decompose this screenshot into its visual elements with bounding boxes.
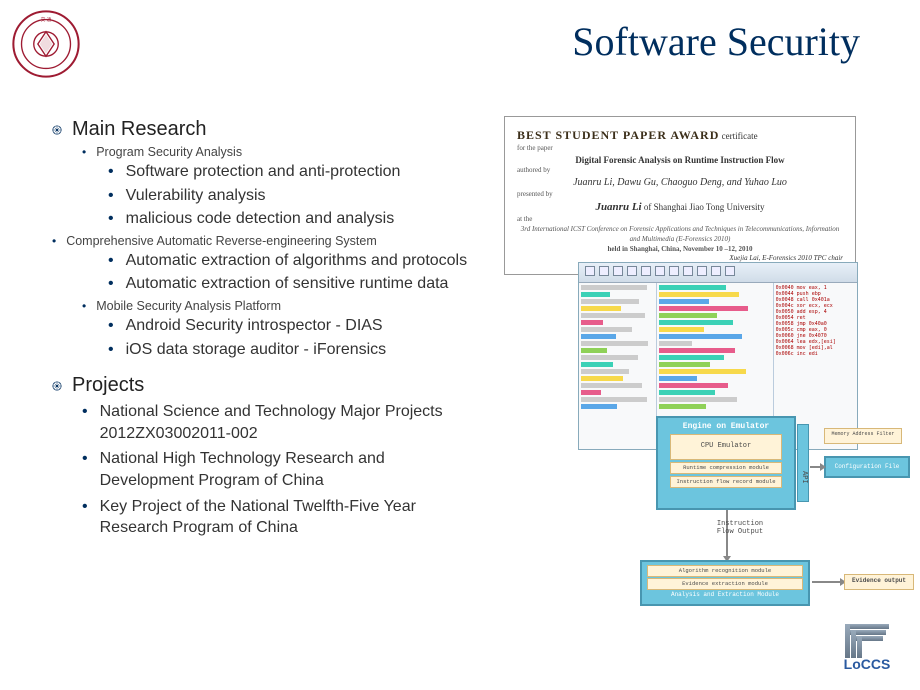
group-label: Program Security Analysis [82, 145, 482, 159]
architecture-diagram: Engine on Emulator CPU Emulator Runtime … [612, 416, 916, 616]
project-item: National Science and Technology Major Pr… [82, 401, 482, 444]
project-item: Key Project of the National Twelfth-Five… [82, 496, 482, 539]
cert-presenter: Juanru Li [595, 201, 641, 213]
engine-box: Engine on Emulator CPU Emulator Runtime … [656, 416, 796, 510]
item: iOS data storage auditor - iForensics [108, 339, 482, 361]
loccs-logo: LoCCS [832, 624, 902, 678]
bullet-icon [52, 125, 62, 135]
heading-main-research: Main Research [72, 118, 207, 141]
api-box: API [797, 424, 809, 502]
cert-held: held in Shanghai, China, November 10 –12… [608, 245, 753, 253]
bullet-icon [52, 381, 62, 391]
item: Vulerability analysis [108, 185, 482, 207]
item: Software protection and anti-protection [108, 161, 482, 183]
group-label: Comprehensive Automatic Reverse-engineer… [52, 234, 482, 248]
analysis-box: Algorithm recognition module Evidence ex… [640, 560, 810, 606]
item: malicious code detection and analysis [108, 208, 482, 230]
config-box: Configuration File [824, 456, 910, 478]
item: Automatic extraction of sensitive runtim… [108, 273, 482, 295]
mem-filter-box: Memory Address Filter [824, 428, 902, 444]
group-label: Mobile Security Analysis Platform [82, 299, 482, 313]
content-outline: Main Research Program Security Analysis … [52, 118, 482, 539]
project-item: National High Technology Research and De… [82, 448, 482, 491]
cert-title: BEST STUDENT PAPER AWARD [517, 128, 719, 142]
university-seal: 交 通 [12, 10, 80, 78]
evidence-box: Evidence output [844, 574, 914, 590]
cert-paper-title: Digital Forensic Analysis on Runtime Ins… [575, 155, 784, 165]
item: Android Security introspector - DIAS [108, 315, 482, 337]
cert-conference: 3rd International ICST Conference on For… [521, 225, 839, 243]
flow-label: Instruction Flow Output [710, 520, 770, 536]
item: Automatic extraction of algorithms and p… [108, 250, 482, 272]
slide-title: Software Security [572, 18, 860, 65]
cpu-box: CPU Emulator [670, 434, 782, 460]
heading-projects: Projects [72, 374, 144, 397]
award-certificate: BEST STUDENT PAPER AWARD certificate for… [504, 116, 856, 275]
loccs-text: LoCCS [844, 656, 891, 672]
cert-authors: Juanru Li, Dawu Gu, Chaoguo Deng, and Yu… [517, 176, 843, 190]
